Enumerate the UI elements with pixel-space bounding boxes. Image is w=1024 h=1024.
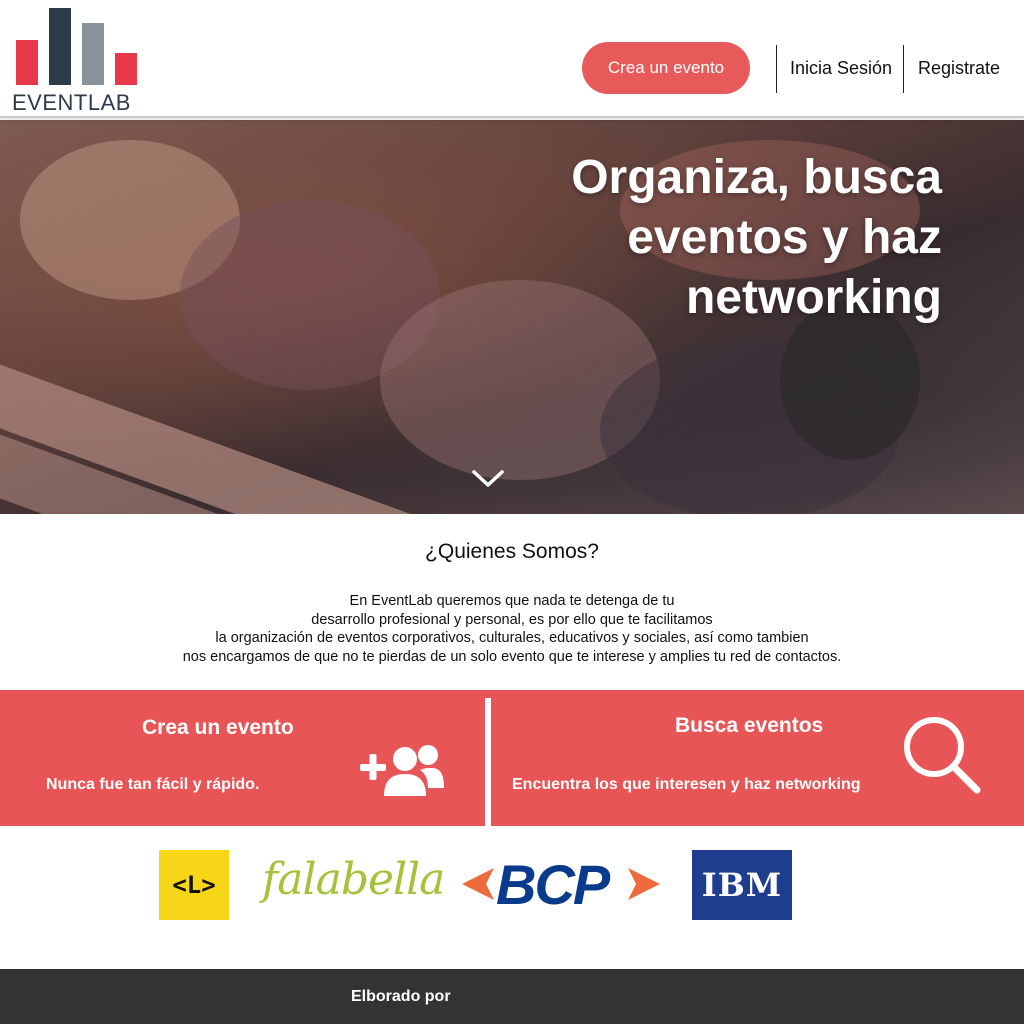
about-heading: ¿Quienes Somos? (425, 540, 599, 563)
chevron-down-icon[interactable] (470, 468, 506, 490)
feature-subtitle: Nunca fue tan fácil y rápido. (46, 776, 260, 793)
logo-bars-icon (16, 8, 138, 85)
partner-logo-ibm: IBM (692, 850, 792, 920)
register-link[interactable]: Registrate (918, 58, 1000, 79)
feature-search-events[interactable]: Busca eventos Encuentra los que interese… (491, 690, 1024, 826)
partner-logo-bcp: BCP (460, 852, 664, 918)
login-link[interactable]: Inicia Sesión (790, 58, 892, 79)
add-users-icon (360, 745, 444, 796)
bcp-chevron-right-icon (628, 868, 660, 900)
hero-headline: Organiza, busca eventos y haz networking (571, 151, 942, 324)
logo-wordmark: EVENTLAB (12, 90, 131, 115)
feature-subtitle: Encuentra los que interesen y haz networ… (512, 776, 861, 793)
feature-divider (485, 698, 491, 850)
partner-logo-laboratoria: <L> (159, 850, 229, 920)
feature-title: Crea un evento (142, 716, 294, 739)
feature-title: Busca eventos (675, 714, 824, 737)
site-footer: Elborado por (0, 969, 1024, 1024)
create-event-button[interactable]: Crea un evento (582, 42, 750, 94)
hero-banner: Organiza, busca eventos y haz networking (0, 120, 1024, 514)
search-icon (904, 717, 981, 794)
feature-create-event[interactable]: Crea un evento Nunca fue tan fácil y ráp… (0, 690, 485, 826)
site-header: EVENTLAB Crea un evento Inicia Sesión Re… (0, 0, 1024, 118)
footer-credit: Elborado por (351, 988, 451, 1005)
nav-divider (776, 45, 777, 93)
bcp-chevron-left-icon (462, 868, 494, 900)
about-description: En EventLab queremos que nada te detenga… (182, 593, 842, 665)
eventlab-logo[interactable]: EVENTLAB (12, 8, 142, 115)
nav-divider (903, 45, 904, 93)
partner-logo-falabella: falabella (262, 854, 445, 905)
